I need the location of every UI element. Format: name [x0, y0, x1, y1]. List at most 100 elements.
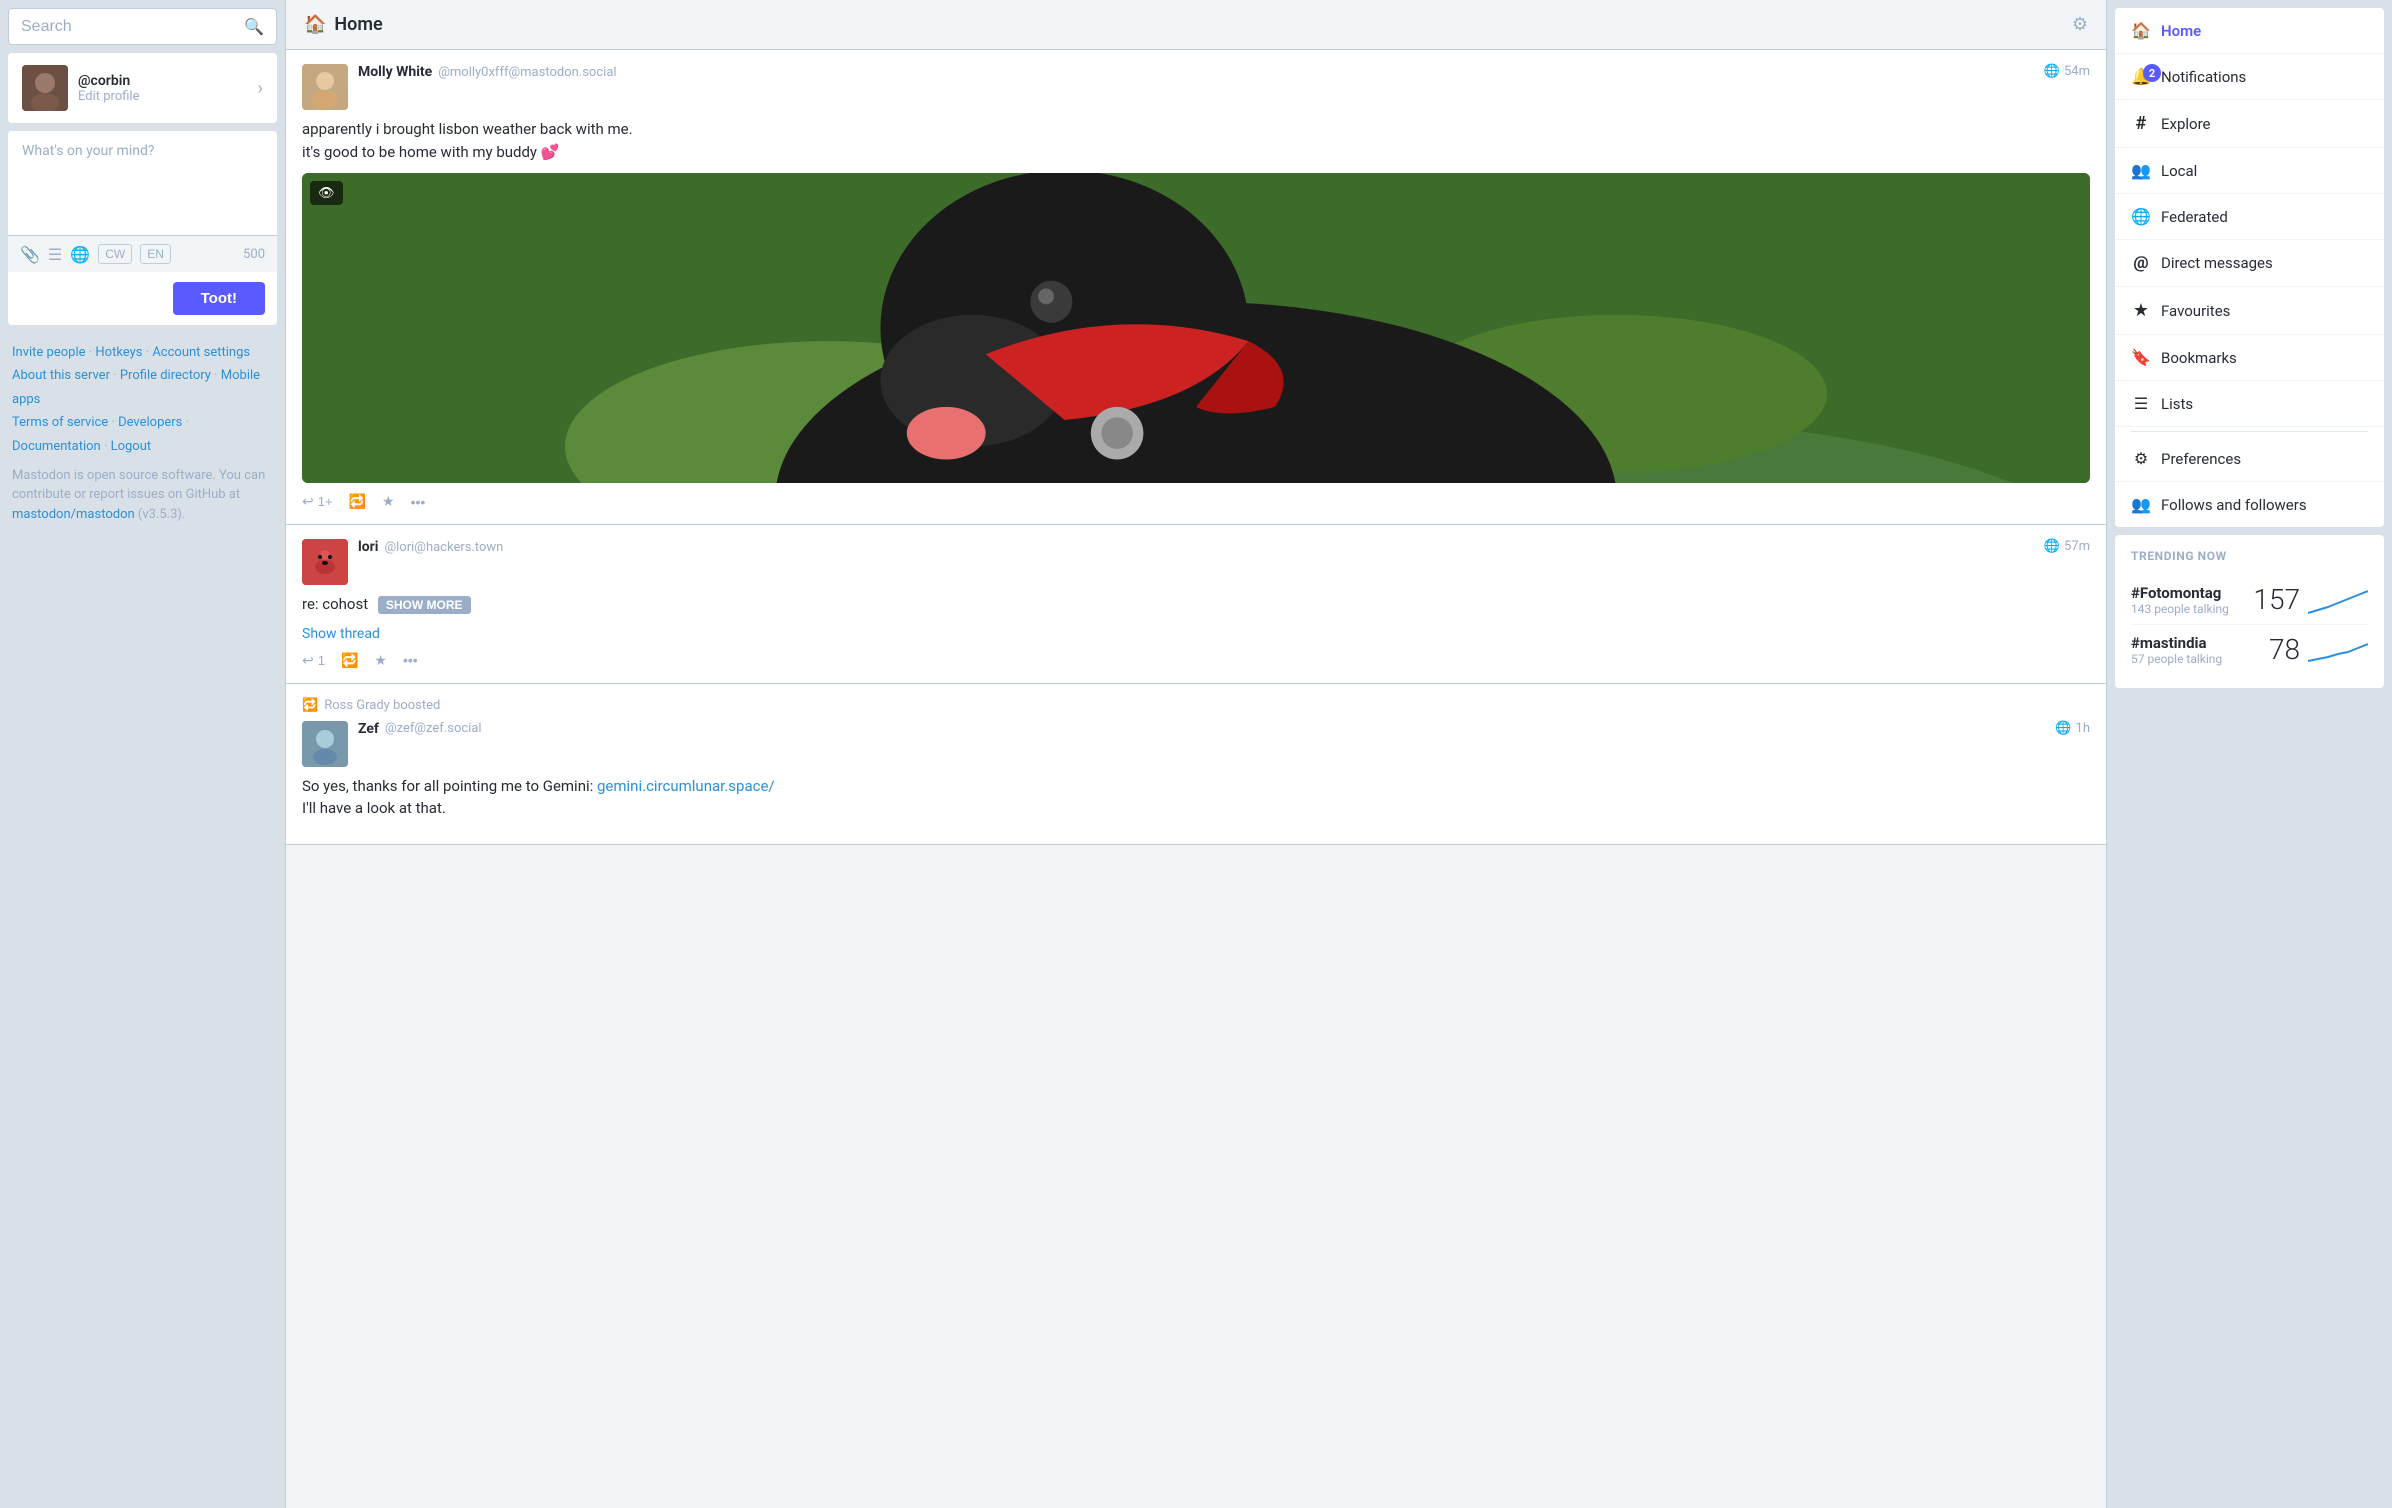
profile-dir-link[interactable]: Profile directory: [120, 368, 211, 383]
notifications-badge: 2: [2143, 64, 2161, 82]
nav-label-home: Home: [2161, 22, 2201, 40]
trending-tag-2[interactable]: #mastindia: [2131, 634, 2222, 652]
lang-button[interactable]: EN: [140, 244, 171, 264]
post-avatar[interactable]: [302, 539, 348, 585]
logout-link[interactable]: Logout: [111, 439, 152, 454]
nav-label-direct-messages: Direct messages: [2161, 254, 2273, 272]
right-sidebar: 🏠 Home 🔔 2 Notifications # Explore 👥 Loc…: [2107, 0, 2392, 1508]
reply-icon: ↩: [302, 652, 314, 669]
post-author-name[interactable]: Molly White: [358, 64, 432, 80]
nav-item-favourites[interactable]: ★ Favourites: [2115, 287, 2384, 335]
globe-icon[interactable]: 🌐: [70, 245, 90, 264]
compose-textarea[interactable]: [8, 131, 277, 231]
invite-link[interactable]: Invite people: [12, 345, 86, 360]
post-meta: Zef @zef@zef.social: [358, 721, 2045, 737]
more-button[interactable]: •••: [411, 494, 426, 510]
hotkeys-link[interactable]: Hotkeys: [95, 345, 142, 360]
format-icon[interactable]: ☰: [48, 245, 62, 264]
post-link[interactable]: gemini.circumlunar.space/: [597, 777, 775, 795]
post-avatar[interactable]: [302, 721, 348, 767]
trending-tag-1[interactable]: #Fotomontag: [2131, 584, 2229, 602]
post-author-name[interactable]: lori: [358, 539, 378, 555]
reply-button[interactable]: ↩ 1+: [302, 493, 333, 510]
nav-label-federated: Federated: [2161, 208, 2228, 226]
nav-label-notifications: Notifications: [2161, 68, 2246, 86]
nav-item-lists[interactable]: ☰ Lists: [2115, 381, 2384, 427]
terms-link[interactable]: Terms of service: [12, 415, 108, 430]
post-card: lori @lori@hackers.town 🌐 57m re: cohost…: [286, 525, 2106, 684]
boost-button[interactable]: 🔁: [341, 652, 358, 669]
nav-item-explore[interactable]: # Explore: [2115, 100, 2384, 148]
developers-link[interactable]: Developers: [118, 415, 182, 430]
more-button[interactable]: •••: [403, 652, 418, 668]
about-link[interactable]: About this server: [12, 368, 110, 383]
documentation-link[interactable]: Documentation: [12, 439, 101, 454]
trending-section: TRENDING NOW #Fotomontag 143 people talk…: [2115, 535, 2384, 688]
trending-chart-1: [2308, 585, 2368, 615]
show-thread-link[interactable]: Show thread: [302, 626, 2090, 642]
nav-item-bookmarks[interactable]: 🔖 Bookmarks: [2115, 335, 2384, 381]
home-icon: 🏠: [304, 14, 326, 35]
nav-item-direct-messages[interactable]: @ Direct messages: [2115, 240, 2384, 287]
follows-icon: 👥: [2131, 495, 2151, 514]
edit-profile-link[interactable]: Edit profile: [78, 89, 248, 104]
trending-item: #Fotomontag 143 people talking 157: [2131, 575, 2368, 625]
attachment-icon[interactable]: 📎: [20, 245, 40, 264]
trending-count-2: 78: [2269, 633, 2300, 666]
account-settings-link[interactable]: Account settings: [152, 345, 250, 360]
post-author-name[interactable]: Zef: [358, 721, 379, 737]
search-bar[interactable]: 🔍: [8, 8, 277, 45]
toot-btn-row: Toot!: [8, 272, 277, 325]
post-image: 👁: [302, 173, 2090, 483]
post-header: Molly White @molly0xfff@mastodon.social …: [302, 64, 2090, 110]
avatar: [22, 65, 68, 111]
nav-item-local[interactable]: 👥 Local: [2115, 148, 2384, 194]
nav-item-preferences[interactable]: ⚙ Preferences: [2115, 436, 2384, 482]
post-body: re: cohost SHOW MORE: [302, 593, 2090, 616]
filter-icon[interactable]: ⚙: [2072, 14, 2088, 35]
image-hide-btn[interactable]: 👁: [310, 181, 343, 205]
nav-item-notifications[interactable]: 🔔 2 Notifications: [2115, 54, 2384, 100]
lists-icon: ☰: [2131, 394, 2151, 413]
boost-icon: 🔁: [341, 652, 358, 669]
trending-title: TRENDING NOW: [2131, 549, 2368, 563]
post-avatar[interactable]: [302, 64, 348, 110]
profile-section: @corbin Edit profile ›: [8, 53, 277, 123]
nav-item-federated[interactable]: 🌐 Federated: [2115, 194, 2384, 240]
nav-section-main: 🏠 Home 🔔 2 Notifications # Explore 👥 Loc…: [2115, 8, 2384, 527]
favourite-button[interactable]: ★: [382, 493, 395, 510]
profile-chevron-icon[interactable]: ›: [258, 78, 263, 99]
boost-icon: 🔁: [349, 493, 366, 510]
post-body: So yes, thanks for all pointing me to Ge…: [302, 775, 2090, 820]
favourite-button[interactable]: ★: [374, 652, 387, 669]
show-more-button[interactable]: SHOW MORE: [378, 596, 471, 614]
nav-item-follows[interactable]: 👥 Follows and followers: [2115, 482, 2384, 527]
post-header: Zef @zef@zef.social 🌐 1h: [302, 721, 2090, 767]
post-time-row: 🌐 54m: [2044, 64, 2090, 79]
search-input[interactable]: [21, 18, 236, 36]
boost-notice: 🔁 Ross Grady boosted: [302, 698, 2090, 713]
ellipsis-icon: •••: [411, 494, 426, 510]
post-actions: ↩ 1 🔁 ★ •••: [302, 652, 2090, 669]
left-links: Invite people · Hotkeys · Account settin…: [8, 333, 277, 532]
reply-icon: ↩: [302, 493, 314, 510]
reply-button[interactable]: ↩ 1: [302, 652, 325, 669]
cw-button[interactable]: CW: [98, 244, 132, 264]
post-body: apparently i brought lisbon weather back…: [302, 118, 2090, 163]
post-image-container: 👁: [302, 173, 2090, 483]
nav-label-favourites: Favourites: [2161, 302, 2230, 320]
star-icon: ★: [382, 493, 395, 510]
boost-button[interactable]: 🔁: [349, 493, 366, 510]
toot-button[interactable]: Toot!: [173, 282, 265, 315]
trending-tag-sub-1: 143 people talking: [2131, 602, 2229, 616]
compose-toolbar: 📎 ☰ 🌐 CW EN 500: [8, 235, 277, 272]
char-count: 500: [243, 247, 265, 262]
at-icon: @: [2131, 253, 2151, 273]
profile-handle: @corbin: [78, 73, 248, 89]
post-time: 57m: [2064, 539, 2090, 554]
github-link[interactable]: mastodon/mastodon: [12, 507, 135, 522]
nav-item-home[interactable]: 🏠 Home: [2115, 8, 2384, 54]
trending-item: #mastindia 57 people talking 78: [2131, 625, 2368, 674]
star-icon: ★: [2131, 300, 2151, 321]
post-author-handle: @lori@hackers.town: [384, 540, 503, 555]
